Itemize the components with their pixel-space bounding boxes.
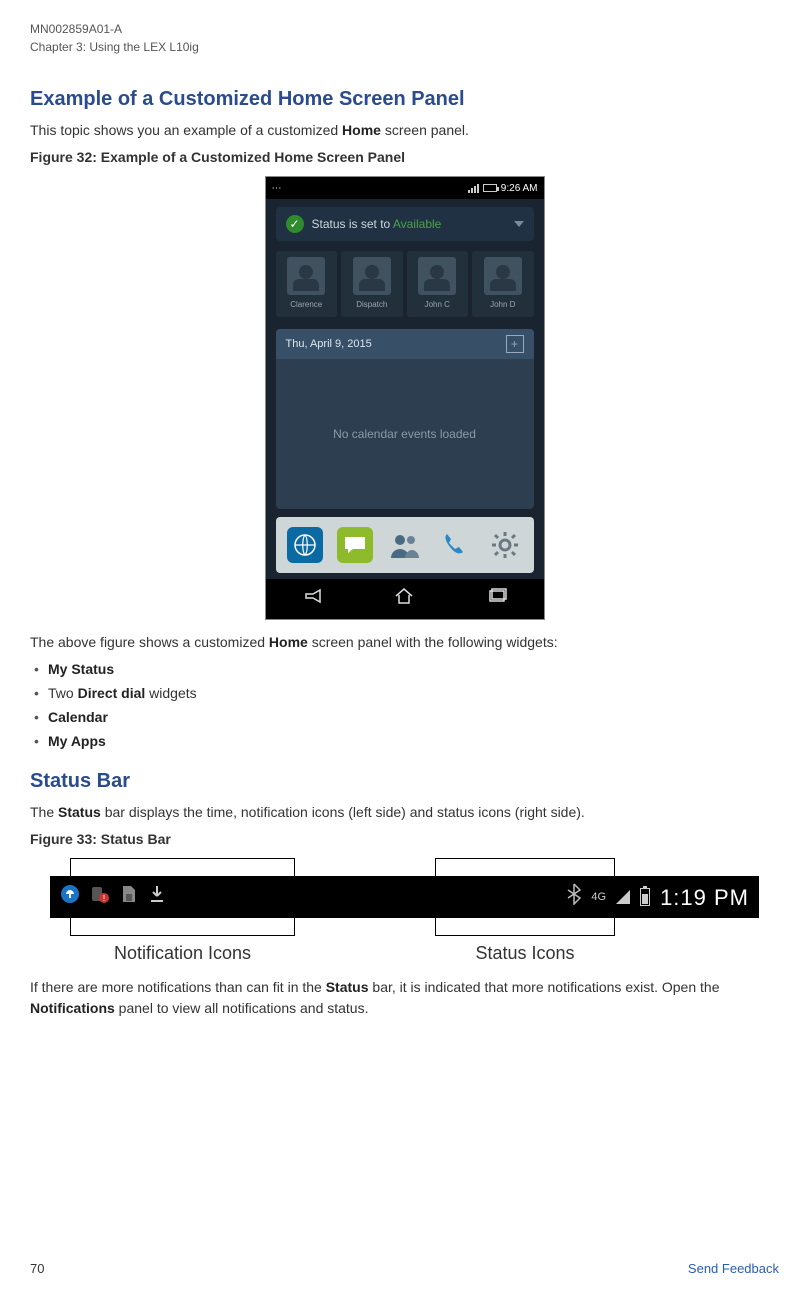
status-bar-time: 1:19 PM	[660, 881, 749, 914]
text: panel to view all notifications and stat…	[115, 1000, 369, 1016]
status-bar-example: ! 4G 1:19 PM	[50, 876, 759, 918]
text: Status is set to	[312, 217, 393, 231]
bracket	[70, 858, 295, 876]
my-apps-widget	[276, 517, 534, 573]
figure-32: ⋯ 9:26 AM ✓ Status is set to Available C…	[30, 176, 779, 620]
signal-icon	[468, 184, 479, 193]
text: bar, it is indicated that more notificat…	[369, 979, 720, 995]
section-intro: The Status bar displays the time, notifi…	[30, 802, 779, 823]
text: The	[30, 804, 58, 820]
bracket	[70, 918, 295, 936]
page-number: 70	[30, 1259, 44, 1279]
contact-card[interactable]: John D	[472, 251, 534, 317]
contact-card[interactable]: Dispatch	[341, 251, 403, 317]
text-bold: Home	[342, 122, 381, 138]
contact-name: John C	[409, 299, 467, 311]
section-heading-example: Example of a Customized Home Screen Pane…	[30, 84, 779, 114]
text: The above figure shows a customized	[30, 634, 269, 650]
phone-nav-bar	[266, 579, 544, 619]
contact-name: Dispatch	[343, 299, 401, 311]
text-bold: Direct dial	[78, 685, 146, 701]
chevron-down-icon	[514, 221, 524, 227]
list-item: My Status	[30, 659, 779, 680]
para: The above figure shows a customized Home…	[30, 632, 779, 653]
page-footer: 70 Send Feedback	[30, 1259, 779, 1279]
phone-icon[interactable]	[437, 527, 473, 563]
figure-caption-32: Figure 32: Example of a Customized Home …	[30, 147, 779, 168]
message-icon[interactable]	[337, 527, 373, 563]
battery-icon	[483, 184, 497, 192]
text: screen panel with the following widgets:	[308, 634, 558, 650]
text-bold: My Apps	[48, 733, 106, 749]
direct-dial-widget: Clarence Dispatch John C John D	[266, 247, 544, 325]
figure-33: ! 4G 1:19 PM Notification Icons Status I…	[30, 858, 779, 967]
document-id: MN002859A01-A	[30, 20, 779, 38]
send-feedback-link[interactable]: Send Feedback	[688, 1259, 779, 1279]
text-bold: Calendar	[48, 709, 108, 725]
bluetooth-icon	[567, 883, 581, 911]
contact-name: John D	[474, 299, 532, 311]
text-bold: Home	[269, 634, 308, 650]
check-icon: ✓	[286, 215, 304, 233]
bracket	[435, 918, 615, 936]
download-icon	[148, 884, 166, 910]
text-bold: My Status	[48, 661, 114, 677]
contacts-icon[interactable]	[387, 527, 423, 563]
text: If there are more notifications than can…	[30, 979, 326, 995]
avatar-icon	[484, 257, 522, 295]
phone-time: 9:26 AM	[501, 181, 538, 196]
svg-text:!: !	[103, 894, 105, 903]
text: widgets	[145, 685, 196, 701]
text-bold: Status	[58, 804, 101, 820]
section-heading-status-bar: Status Bar	[30, 766, 779, 796]
contact-card[interactable]: John C	[407, 251, 469, 317]
alert-icon: !	[90, 884, 110, 910]
text-bold: Status	[326, 979, 369, 995]
list-item: Two Direct dial widgets	[30, 683, 779, 704]
status-text: Status is set to Available	[312, 215, 442, 233]
battery-icon	[640, 888, 650, 906]
browser-icon[interactable]	[287, 527, 323, 563]
back-icon[interactable]	[302, 588, 322, 610]
text: bar displays the time, notification icon…	[101, 804, 585, 820]
para: If there are more notifications than can…	[30, 977, 779, 1019]
avatar-icon	[287, 257, 325, 295]
calendar-date: Thu, April 9, 2015	[286, 336, 372, 353]
recent-icon[interactable]	[487, 588, 507, 610]
phone-status-bar: ⋯ 9:26 AM	[266, 177, 544, 199]
text-bold: Notifications	[30, 1000, 115, 1016]
figure-caption-33: Figure 33: Status Bar	[30, 829, 779, 850]
sim-icon	[120, 884, 138, 910]
label-status-icons: Status Icons	[435, 940, 615, 967]
text: screen panel.	[381, 122, 469, 138]
calendar-add-icon[interactable]: +	[506, 335, 524, 353]
network-label: 4G	[591, 889, 606, 906]
list-item: My Apps	[30, 731, 779, 752]
signal-icon	[616, 890, 630, 904]
avatar-icon	[418, 257, 456, 295]
widget-list: My Status Two Direct dial widgets Calend…	[30, 659, 779, 752]
my-status-widget[interactable]: ✓ Status is set to Available	[276, 207, 534, 241]
status-value: Available	[393, 217, 441, 231]
section-intro: This topic shows you an example of a cus…	[30, 120, 779, 141]
contact-card[interactable]: Clarence	[276, 251, 338, 317]
text: This topic shows you an example of a cus…	[30, 122, 342, 138]
calendar-body: No calendar events loaded	[276, 359, 534, 509]
phone-mockup: ⋯ 9:26 AM ✓ Status is set to Available C…	[265, 176, 545, 620]
contact-name: Clarence	[278, 299, 336, 311]
settings-icon[interactable]	[487, 527, 523, 563]
avatar-icon	[353, 257, 391, 295]
list-item: Calendar	[30, 707, 779, 728]
calendar-header: Thu, April 9, 2015 +	[276, 329, 534, 359]
app-icon	[60, 884, 80, 910]
label-notification-icons: Notification Icons	[70, 940, 295, 967]
text: Two	[48, 685, 78, 701]
chapter-title: Chapter 3: Using the LEX L10ig	[30, 38, 779, 56]
bracket	[435, 858, 615, 876]
notif-icon: ⋯	[272, 181, 282, 196]
calendar-widget[interactable]: Thu, April 9, 2015 + No calendar events …	[276, 329, 534, 509]
home-icon[interactable]	[394, 587, 414, 611]
